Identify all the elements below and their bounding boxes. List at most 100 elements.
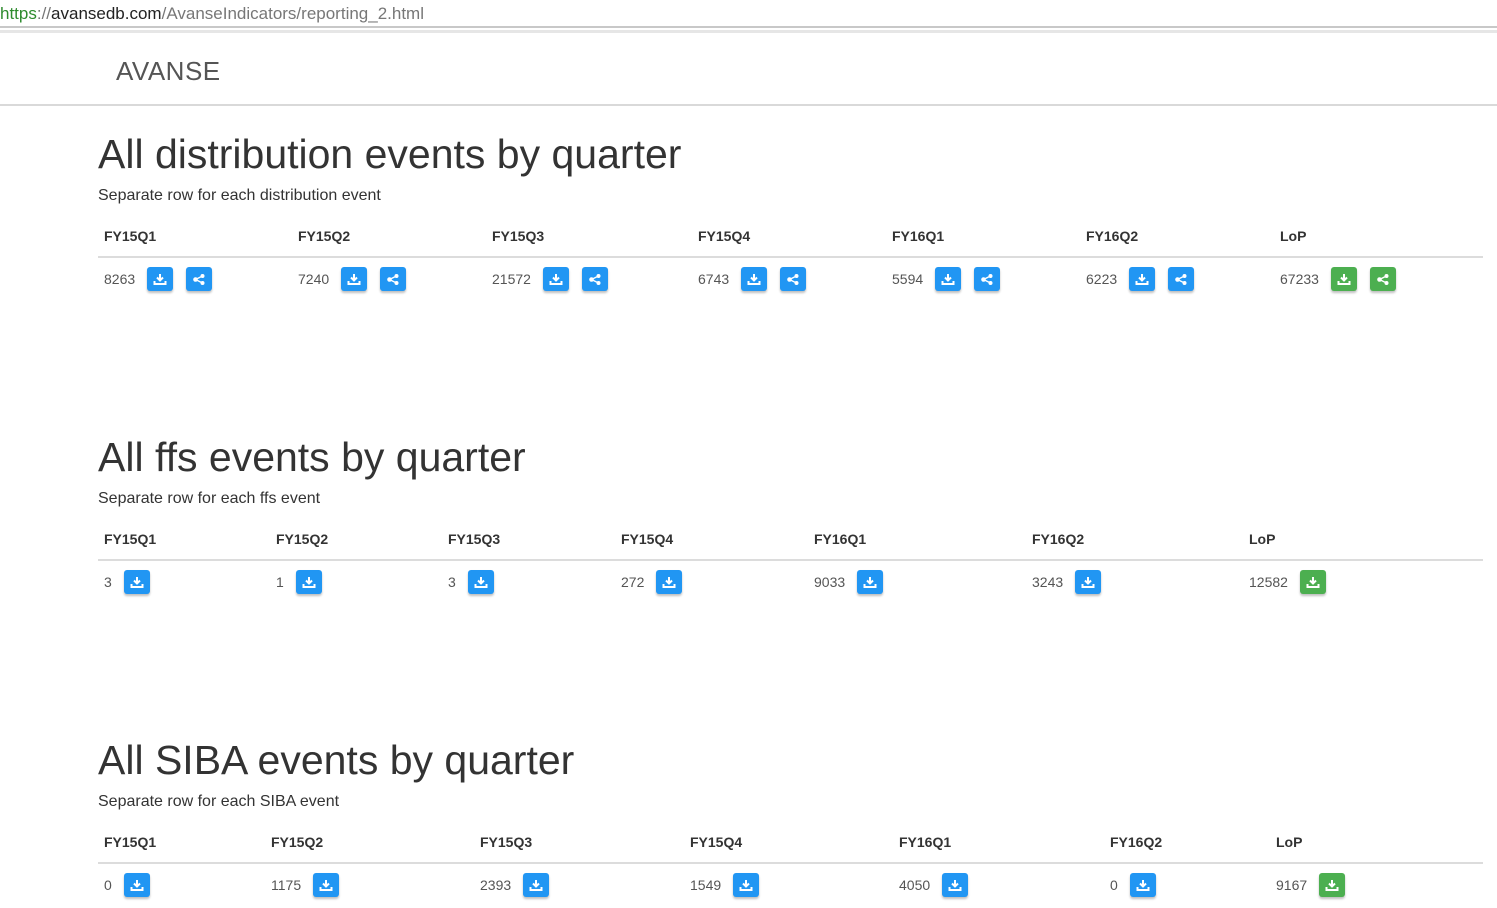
download-icon [474,576,488,588]
url-host: avansedb.com [51,4,162,23]
table-row: 0 1175 2393 1549 4050 0 9167 [98,864,1483,908]
column-header: FY15Q2 [271,834,324,850]
share-nodes-icon [387,273,399,285]
report-section: All distribution events by quarter Separa… [98,130,1483,291]
url-scheme: https [0,4,37,23]
address-bar[interactable]: https://avansedb.com/AvanseIndicators/re… [0,0,1497,28]
download-button[interactable] [467,570,494,594]
table-cell: 67233 [1280,267,1409,291]
navbar: AVANSE [0,34,1497,106]
download-button[interactable] [147,267,174,291]
column-header: LoP [1280,228,1307,244]
share-button[interactable] [581,267,608,291]
column-header: FY15Q1 [104,531,157,547]
table-cell: 1 [276,570,335,594]
table-cell: 1549 [690,873,772,897]
event-count: 2393 [480,877,512,893]
download-button[interactable] [313,873,340,897]
column-header: FY15Q4 [690,834,743,850]
download-button[interactable] [542,267,569,291]
download-icon [319,879,333,891]
share-button[interactable] [1369,267,1396,291]
event-count: 9033 [814,574,846,590]
download-icon [941,273,955,285]
event-count: 8263 [104,271,136,287]
column-header: FY15Q4 [698,228,751,244]
section-subtitle: Separate row for each ffs event [98,490,321,507]
download-icon [1135,273,1149,285]
share-nodes-icon [981,273,993,285]
table-cell: 272 [621,570,695,594]
download-button[interactable] [123,570,150,594]
table-cell: 4050 [899,873,981,897]
column-header: FY15Q3 [492,228,545,244]
column-header: FY15Q3 [480,834,533,850]
share-button[interactable] [1168,267,1195,291]
column-header: FY15Q3 [448,531,501,547]
download-button[interactable] [1075,570,1102,594]
table-cell: 21572 [492,267,621,291]
download-button[interactable] [935,267,962,291]
download-icon [302,576,316,588]
table-cell: 9033 [814,570,896,594]
table-cell: 5594 [892,267,1013,291]
download-button[interactable] [741,267,768,291]
download-button[interactable] [733,873,760,897]
brand-logo[interactable]: AVANSE [116,56,221,87]
download-button[interactable] [942,873,969,897]
share-nodes-icon [1377,273,1389,285]
download-icon [549,273,563,285]
table-cell: 2393 [480,873,562,897]
section-title: All SIBA events by quarter [98,737,575,783]
event-count: 0 [1110,877,1118,893]
column-header: FY16Q2 [1086,228,1139,244]
download-button[interactable] [1330,267,1357,291]
event-count: 1 [276,574,284,590]
download-button[interactable] [656,570,683,594]
report-section: All ffs events by quarter Separate row fo… [98,433,1483,594]
download-icon [863,576,877,588]
event-count: 3 [104,574,112,590]
download-button[interactable] [1319,873,1346,897]
download-button[interactable] [1299,570,1326,594]
download-button[interactable] [295,570,322,594]
download-icon [1081,576,1095,588]
share-button[interactable] [780,267,807,291]
column-header: LoP [1276,834,1303,850]
event-count: 3243 [1032,574,1064,590]
table-cell: 3 [104,570,163,594]
share-nodes-icon [1175,273,1187,285]
column-header: LoP [1249,531,1276,547]
table-cell: 1175 [271,873,352,897]
download-button[interactable] [341,267,368,291]
download-button[interactable] [523,873,550,897]
share-button[interactable] [186,267,213,291]
column-header: FY16Q1 [892,228,945,244]
download-button[interactable] [1129,873,1156,897]
share-button[interactable] [380,267,407,291]
table-cell: 0 [1110,873,1169,897]
report-section: All SIBA events by quarter Separate row f… [98,736,1483,897]
table-cell: 9167 [1276,873,1358,897]
download-icon [739,879,753,891]
column-header: FY15Q1 [104,228,157,244]
section-title: All ffs events by quarter [98,434,526,480]
download-icon [347,273,361,285]
table-header: FY15Q1 FY15Q2 FY15Q3 FY15Q4 FY16Q1 FY16Q2 LoP [98,218,1483,258]
table-cell: 3243 [1032,570,1114,594]
download-icon [1306,576,1320,588]
download-icon [1136,879,1150,891]
download-icon [529,879,543,891]
toolbar-divider [0,30,1497,33]
download-button[interactable] [1129,267,1156,291]
event-count: 1549 [690,877,722,893]
event-count: 3 [448,574,456,590]
download-button[interactable] [123,873,150,897]
url-separator: :// [36,4,52,23]
quarter-table: FY15Q1 FY15Q2 FY15Q3 FY15Q4 FY16Q1 FY16Q2 LoP 0… [98,824,1483,908]
event-count: 7240 [298,271,330,287]
column-header: FY16Q1 [814,531,867,547]
section-subtitle: Separate row for each distribution event [98,187,381,204]
share-button[interactable] [974,267,1001,291]
download-button[interactable] [857,570,884,594]
